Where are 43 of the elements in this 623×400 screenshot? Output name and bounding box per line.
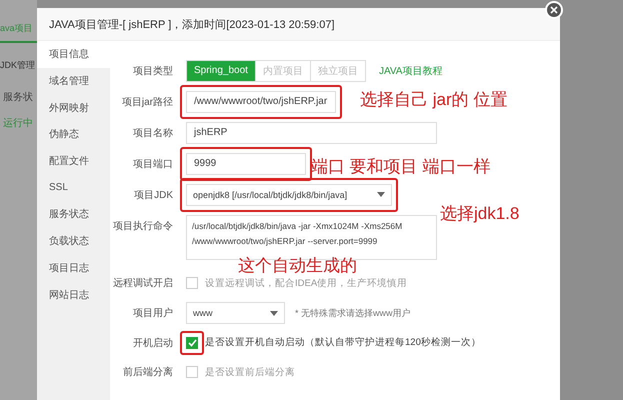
input-field[interactable]: 9999: [186, 152, 306, 174]
sidebar-item[interactable]: 项目日志: [37, 254, 110, 282]
field-label: 项目用户: [132, 306, 173, 320]
sidebar-item[interactable]: 配置文件: [37, 148, 110, 174]
status-text: 运行中: [2, 116, 34, 130]
sidebar-item[interactable]: 伪静态: [37, 121, 110, 148]
checkbox[interactable]: [186, 336, 198, 348]
field-label: 项目名称: [132, 126, 173, 140]
input-field[interactable]: /www/wwwroot/two/jshERP.jar: [186, 90, 336, 112]
annotation-text: 选择jdk1.8: [440, 204, 520, 223]
annotation-text: 端口 要和项目 端口一样: [311, 157, 490, 176]
field-label: 项目端口: [132, 158, 173, 170]
sidebar-item[interactable]: SSL: [37, 174, 110, 202]
hint-text: * 无特殊需求请选择www用户: [295, 306, 411, 320]
sidebar-item[interactable]: 项目信息: [37, 41, 110, 68]
dialog-title: JAVA项目管理-[ jshERP ]，添加时间[2023-01-13 20:59:07]: [37, 8, 560, 41]
sidebar-item[interactable]: 域名管理: [37, 68, 110, 94]
annotation-text: 选择自己 jar的 位置: [360, 90, 508, 109]
field-label: 开机启动: [132, 336, 173, 350]
checkbox[interactable]: [186, 277, 198, 289]
jdk-select[interactable]: openjdk8 [/usr/local/btjdk/jdk8/bin/java]: [186, 184, 392, 206]
input-field[interactable]: jshERP: [186, 122, 437, 144]
field-label: 项目执行命令: [112, 220, 173, 233]
field-label: 项目类型: [132, 64, 173, 78]
user-select[interactable]: www: [186, 302, 285, 324]
checkbox-label: 是否设置开机自动启动（默认自带守护进程每120秒检测一次）: [205, 336, 481, 349]
checkbox-label: 是否设置前后端分离: [205, 366, 295, 378]
column-header: 服务状: [2, 90, 34, 104]
close-icon: [550, 6, 558, 14]
checkbox-label: 设置远程调试，配合IDEA使用，生产环境慎用: [205, 276, 408, 290]
field-label: 项目JDK: [133, 188, 173, 202]
sidebar-item[interactable]: 外网映射: [37, 94, 110, 122]
field-label: 项目jar路径: [120, 96, 173, 108]
caret-icon: [270, 310, 278, 316]
sidebar-item[interactable]: 负载状态: [37, 228, 110, 254]
sidebar-item[interactable]: 服务状态: [37, 201, 110, 228]
field-label: 远程调试开启: [112, 276, 173, 290]
field-label: 前后端分离: [122, 366, 173, 379]
checkbox[interactable]: [186, 366, 198, 378]
background-tab[interactable]: JDK管理: [0, 55, 37, 78]
close-button[interactable]: [545, 1, 563, 19]
caret-icon: [377, 192, 385, 197]
sidebar-item[interactable]: 网站日志: [37, 281, 110, 308]
